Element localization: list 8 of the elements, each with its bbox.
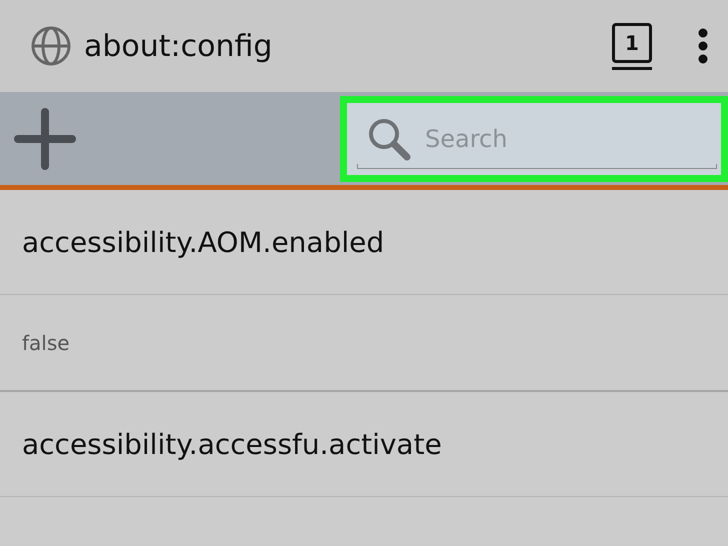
preference-value: false [22,330,70,354]
address-text[interactable]: about:config [84,28,612,64]
add-icon[interactable] [14,108,76,170]
globe-icon [30,25,72,67]
preference-name[interactable]: accessibility.accessfu.activate [22,428,442,460]
search-field[interactable]: Search [423,124,677,154]
preference-name[interactable]: accessibility.AOM.enabled [22,226,384,258]
menu-icon[interactable] [698,28,708,64]
